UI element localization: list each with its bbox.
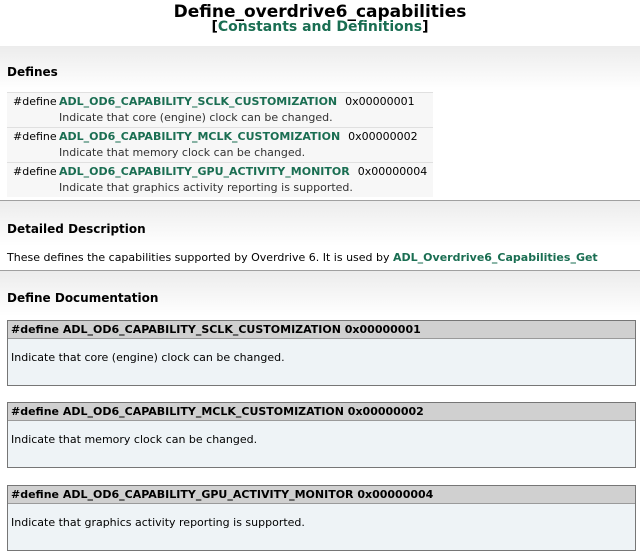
define-keyword: #define (7, 92, 59, 110)
define-doc-item: #define ADL_OD6_CAPABILITY_SCLK_CUSTOMIZ… (7, 320, 636, 386)
defines-heading: Defines (7, 65, 58, 79)
page-subtitle: [Constants and Definitions] (0, 18, 640, 36)
define-value: 0x00000004 (357, 165, 428, 178)
bracket-close: ] (422, 19, 429, 35)
section-shade (0, 46, 640, 91)
define-brief-row: Indicate that core (engine) clock can be… (7, 110, 434, 128)
define-brief-row: Indicate that graphics activity reportin… (7, 180, 434, 197)
define-row: #define ADL_OD6_CAPABILITY_SCLK_CUSTOMIZ… (7, 92, 434, 110)
define-link-gpu-activity[interactable]: ADL_OD6_CAPABILITY_GPU_ACTIVITY_MONITOR (59, 165, 350, 178)
define-name-cell: ADL_OD6_CAPABILITY_MCLK_CUSTOMIZATION 0x0… (59, 127, 434, 145)
define-prototype: #define ADL_OD6_CAPABILITY_MCLK_CUSTOMIZ… (8, 403, 635, 421)
define-doc-text: Indicate that memory clock can be change… (8, 421, 635, 467)
define-doc-text: Indicate that core (engine) clock can be… (8, 339, 635, 385)
define-value: 0x00000001 (345, 95, 415, 108)
define-doc-item: #define ADL_OD6_CAPABILITY_MCLK_CUSTOMIZ… (7, 402, 636, 468)
define-value: 0x00000002 (348, 130, 418, 143)
detailed-description-heading: Detailed Description (7, 222, 146, 236)
define-brief-row: Indicate that memory clock can be change… (7, 145, 434, 163)
define-brief: Indicate that core (engine) clock can be… (59, 110, 434, 128)
capabilities-get-link[interactable]: ADL_Overdrive6_Capabilities_Get (393, 251, 598, 264)
define-keyword: #define (7, 127, 59, 145)
define-link-sclk[interactable]: ADL_OD6_CAPABILITY_SCLK_CUSTOMIZATION (59, 95, 337, 108)
detailed-text: These defines the capabilities supported… (7, 251, 394, 264)
define-documentation-heading: Define Documentation (7, 291, 159, 305)
define-brief: Indicate that memory clock can be change… (59, 145, 434, 163)
define-doc-text: Indicate that graphics activity reportin… (8, 504, 635, 550)
detailed-description-text: These defines the capabilities supported… (7, 251, 598, 265)
define-doc-item: #define ADL_OD6_CAPABILITY_GPU_ACTIVITY_… (7, 485, 636, 551)
define-prototype: #define ADL_OD6_CAPABILITY_SCLK_CUSTOMIZ… (8, 321, 635, 339)
define-link-mclk[interactable]: ADL_OD6_CAPABILITY_MCLK_CUSTOMIZATION (59, 130, 340, 143)
define-name-cell: ADL_OD6_CAPABILITY_GPU_ACTIVITY_MONITOR 0… (59, 162, 434, 180)
define-prototype: #define ADL_OD6_CAPABILITY_GPU_ACTIVITY_… (8, 486, 635, 504)
defines-table: #define ADL_OD6_CAPABILITY_SCLK_CUSTOMIZ… (7, 92, 434, 197)
define-name-cell: ADL_OD6_CAPABILITY_SCLK_CUSTOMIZATION 0x0… (59, 92, 434, 110)
define-brief: Indicate that graphics activity reportin… (59, 180, 434, 197)
group-link[interactable]: Constants and Definitions (218, 19, 422, 35)
define-row: #define ADL_OD6_CAPABILITY_GPU_ACTIVITY_… (7, 162, 434, 180)
define-row: #define ADL_OD6_CAPABILITY_MCLK_CUSTOMIZ… (7, 127, 434, 145)
define-keyword: #define (7, 162, 59, 180)
